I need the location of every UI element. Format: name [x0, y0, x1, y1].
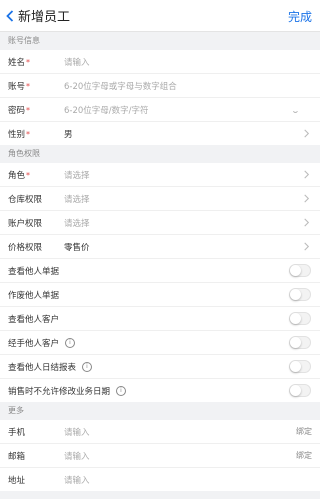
role-field-row[interactable]: 角色* 请选择	[0, 163, 320, 187]
toggle-label: 查看他人单据	[8, 266, 60, 277]
bind-phone-button[interactable]: 绑定	[296, 426, 312, 437]
required-mark: *	[26, 129, 31, 139]
address-label: 地址	[8, 475, 26, 486]
name-input[interactable]: 请输入	[64, 56, 320, 68]
chevron-right-icon	[304, 242, 310, 251]
account-permission-select[interactable]: 请选择	[64, 217, 320, 229]
warehouse-permission-label: 仓库权限	[8, 194, 43, 205]
account-permission-row[interactable]: 账户权限 请选择	[0, 211, 320, 235]
done-button[interactable]: 完成	[288, 8, 312, 25]
toggle-switch[interactable]	[289, 336, 311, 349]
required-mark: *	[26, 57, 31, 67]
toggle-switch[interactable]	[289, 264, 311, 277]
toggle-row: 查看他人单据	[0, 259, 320, 283]
required-mark: *	[26, 81, 31, 91]
toggle-label: 经手他人客户 i	[0, 337, 76, 349]
password-field-row[interactable]: 密码* 6-20位字母/数字/字符 ⌣	[0, 98, 320, 122]
toggle-row: 经手他人客户 i	[0, 331, 320, 355]
info-icon[interactable]: i	[82, 362, 93, 372]
toggle-label: 销售时不允许修改业务日期 i	[0, 385, 127, 397]
email-input[interactable]: 请输入	[64, 450, 320, 462]
password-label: 密码*	[8, 105, 31, 116]
section-header-account: 账号信息	[0, 32, 320, 50]
warehouse-permission-row[interactable]: 仓库权限 请选择	[0, 187, 320, 211]
toggle-switch[interactable]	[289, 288, 311, 301]
price-permission-value: 零售价	[64, 242, 90, 253]
section-header-role: 角色权限	[0, 145, 320, 163]
password-input[interactable]: 6-20位字母/数字/字符	[64, 104, 320, 116]
required-mark: *	[26, 105, 31, 115]
bind-email-button[interactable]: 绑定	[296, 450, 312, 461]
price-permission-row[interactable]: 价格权限 零售价	[0, 235, 320, 259]
back-button[interactable]: 新增员工	[0, 6, 70, 25]
required-mark: *	[26, 170, 31, 180]
chevron-left-icon	[6, 9, 14, 22]
address-input[interactable]: 请输入	[64, 474, 320, 486]
role-label: 角色*	[8, 170, 31, 181]
account-label: 账号*	[8, 81, 31, 92]
chevron-right-icon	[304, 129, 310, 138]
address-field-row[interactable]: 地址 请输入	[0, 468, 320, 491]
chevron-right-icon	[304, 194, 310, 203]
info-icon[interactable]: i	[116, 386, 127, 396]
price-permission-label: 价格权限	[8, 242, 43, 253]
toggle-row: 查看他人日结报表 i	[0, 355, 320, 379]
name-field-row[interactable]: 姓名* 请输入	[0, 50, 320, 74]
toggle-switch[interactable]	[289, 312, 311, 325]
toggle-row: 作废他人单据	[0, 283, 320, 307]
toggle-row: 销售时不允许修改业务日期 i	[0, 379, 320, 402]
toggle-label: 查看他人客户	[8, 314, 60, 325]
navigation-bar: 新增员工 完成	[0, 0, 320, 32]
email-label: 邮箱	[8, 451, 26, 462]
account-permission-label: 账户权限	[8, 218, 43, 229]
gender-field-row[interactable]: 性别* 男	[0, 122, 320, 145]
phone-input[interactable]: 请输入	[64, 426, 320, 438]
role-select[interactable]: 请选择	[64, 169, 320, 181]
chevron-right-icon	[304, 170, 310, 179]
phone-field-row[interactable]: 手机 请输入 绑定	[0, 420, 320, 444]
email-field-row[interactable]: 邮箱 请输入 绑定	[0, 444, 320, 468]
page-title: 新增员工	[18, 10, 71, 25]
password-visibility-icon[interactable]: ⌣	[293, 107, 298, 117]
toggle-switch[interactable]	[289, 360, 311, 373]
name-label: 姓名*	[8, 57, 31, 68]
toggle-row: 查看他人客户	[0, 307, 320, 331]
toggle-label: 作废他人单据	[8, 290, 60, 301]
toggle-label: 查看他人日结报表 i	[0, 361, 93, 373]
toggle-switch[interactable]	[289, 384, 311, 397]
gender-value: 男	[64, 129, 73, 140]
gender-label: 性别*	[8, 129, 31, 140]
phone-label: 手机	[8, 427, 26, 438]
info-icon[interactable]: i	[65, 338, 76, 348]
account-input[interactable]: 6-20位字母或字母与数字组合	[64, 80, 320, 92]
warehouse-permission-select[interactable]: 请选择	[64, 193, 320, 205]
section-header-more: 更多	[0, 402, 320, 420]
account-field-row[interactable]: 账号* 6-20位字母或字母与数字组合	[0, 74, 320, 98]
chevron-right-icon	[304, 218, 310, 227]
